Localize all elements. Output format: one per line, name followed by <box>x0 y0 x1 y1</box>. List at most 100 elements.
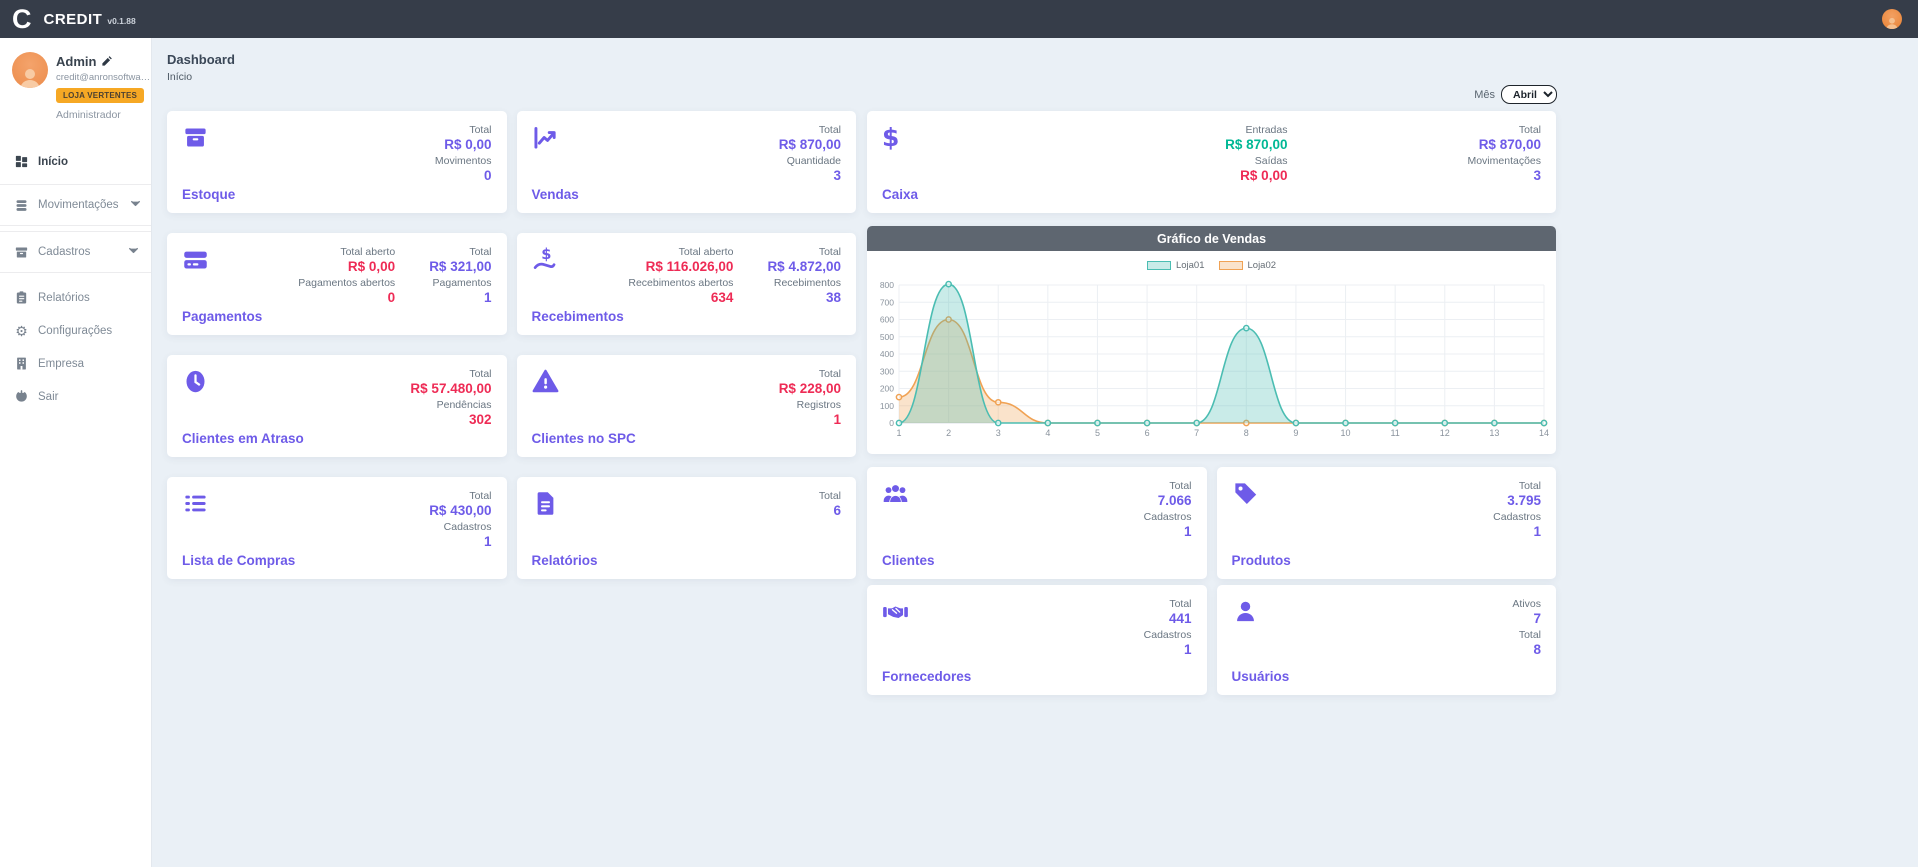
svg-text:12: 12 <box>1440 428 1450 438</box>
svg-text:6: 6 <box>1145 428 1150 438</box>
card-title: Clientes <box>882 553 935 568</box>
svg-text:$: $ <box>541 246 551 263</box>
card-relatorios[interactable]: Relatórios Total6 <box>517 477 857 579</box>
sidebar: Admin credit@anronsoftware.co... LOJA VE… <box>0 38 152 867</box>
svg-text:300: 300 <box>880 366 894 376</box>
user-name: Admin <box>56 54 96 69</box>
card-title: Produtos <box>1232 553 1291 568</box>
sidebar-item-label: Configurações <box>38 325 112 337</box>
users-icon <box>882 480 909 507</box>
sidebar-item-movimentacoes[interactable]: Movimentações <box>0 187 151 223</box>
legend-label: Loja02 <box>1248 260 1277 271</box>
svg-text:1: 1 <box>896 428 901 438</box>
card-caixa[interactable]: $ Caixa EntradasR$ 870,00 SaídasR$ 0,00 … <box>867 111 1556 213</box>
card-clientes[interactable]: Clientes Total7.066 Cadastros1 <box>867 467 1207 579</box>
power-icon <box>14 389 29 404</box>
sales-chart-card: Gráfico de Vendas Loja01Loja02 010020030… <box>867 226 1556 454</box>
svg-text:500: 500 <box>880 332 894 342</box>
sidebar-item-configuracoes[interactable]: ⚙ Configurações <box>0 314 151 347</box>
tag-icon <box>1232 480 1259 507</box>
sidebar-item-label: Sair <box>38 391 58 403</box>
legend-item-loja02[interactable]: Loja02 <box>1219 260 1277 271</box>
chart-title: Gráfico de Vendas <box>867 226 1556 251</box>
dollar-icon: $ <box>882 124 909 151</box>
svg-text:11: 11 <box>1390 428 1399 438</box>
card-title: Vendas <box>532 187 579 202</box>
profile-section: Admin credit@anronsoftware.co... LOJA VE… <box>0 38 151 131</box>
edit-pencil-icon[interactable] <box>101 56 112 67</box>
card-title: Caixa <box>882 187 918 202</box>
card-clientes-em-atraso[interactable]: Clientes em Atraso TotalR$ 57.480,00 Pen… <box>167 355 507 457</box>
card-estoque[interactable]: Estoque TotalR$ 0,00 Movimentos0 <box>167 111 507 213</box>
month-select[interactable]: Abril <box>1501 85 1557 104</box>
card-title: Pagamentos <box>182 309 262 324</box>
sidebar-item-label: Relatórios <box>38 292 90 304</box>
file-icon <box>532 490 559 517</box>
clipboard-icon <box>14 290 29 305</box>
user-icon <box>1232 598 1259 625</box>
app-name: CREDIT <box>44 11 103 28</box>
layers-icon <box>14 198 29 213</box>
user-icon <box>1885 16 1899 29</box>
app-logo: C <box>12 0 32 38</box>
legend-swatch <box>1219 261 1243 270</box>
svg-text:0: 0 <box>889 418 894 428</box>
svg-text:100: 100 <box>880 401 894 411</box>
svg-text:3: 3 <box>996 428 1001 438</box>
user-email: credit@anronsoftware.co... <box>56 72 152 83</box>
svg-text:8: 8 <box>1244 428 1249 438</box>
handshake-icon <box>882 598 909 625</box>
card-title: Usuários <box>1232 669 1290 684</box>
card-fornecedores[interactable]: Fornecedores Total441 Cadastros1 <box>867 585 1207 695</box>
card-produtos[interactable]: Produtos Total3.795 Cadastros1 <box>1217 467 1557 579</box>
legend-label: Loja01 <box>1176 260 1205 271</box>
sidebar-item-relatorios[interactable]: Relatórios <box>0 281 151 314</box>
building-icon <box>14 356 29 371</box>
store-badge: LOJA VERTENTES <box>56 88 144 103</box>
card-title: Clientes em Atraso <box>182 431 304 446</box>
sidebar-item-label: Início <box>38 156 68 168</box>
chevron-down-icon <box>128 196 143 214</box>
main-content: Dashboard Início Mês Abril Estoque Total… <box>153 38 1918 695</box>
card-usuarios[interactable]: Usuários Ativos7 Total8 <box>1217 585 1557 695</box>
card-title: Recebimentos <box>532 309 624 324</box>
sidebar-menu: Início Movimentações Cadastros <box>0 145 151 413</box>
card-vendas[interactable]: Vendas TotalR$ 870,00 Quantidade3 <box>517 111 857 213</box>
svg-text:800: 800 <box>880 280 894 290</box>
svg-text:9: 9 <box>1293 428 1298 438</box>
sales-chart-svg: 0100200300400500600700800123456789101112… <box>867 277 1556 447</box>
legend-item-loja01[interactable]: Loja01 <box>1147 260 1205 271</box>
card-title: Estoque <box>182 187 235 202</box>
warning-triangle-icon <box>532 368 559 395</box>
topbar: C CREDIT v0.1.88 <box>0 0 1918 38</box>
breadcrumb: Início <box>167 71 1918 83</box>
sidebar-item-sair[interactable]: Sair <box>0 380 151 413</box>
user-avatar-topbar[interactable] <box>1882 9 1902 29</box>
list-icon <box>182 490 209 517</box>
svg-text:400: 400 <box>880 349 894 359</box>
clock-icon <box>182 368 209 395</box>
hand-dollar-icon: $ <box>532 246 559 273</box>
svg-text:10: 10 <box>1341 428 1351 438</box>
card-pagamentos[interactable]: Pagamentos Total abertoR$ 0,00 Pagamento… <box>167 233 507 335</box>
svg-text:600: 600 <box>880 315 894 325</box>
archive-icon <box>14 245 29 260</box>
credit-card-icon <box>182 246 209 273</box>
card-title: Lista de Compras <box>182 553 295 568</box>
gear-icon: ⚙ <box>14 323 29 338</box>
sidebar-item-empresa[interactable]: Empresa <box>0 347 151 380</box>
card-lista-de-compras[interactable]: Lista de Compras TotalR$ 430,00 Cadastro… <box>167 477 507 579</box>
chevron-down-icon <box>126 243 141 261</box>
card-clientes-no-spc[interactable]: Clientes no SPC TotalR$ 228,00 Registros… <box>517 355 857 457</box>
chart-line-icon <box>532 124 559 151</box>
grid-icon <box>14 154 29 169</box>
svg-text:14: 14 <box>1539 428 1549 438</box>
app-version: v0.1.88 <box>107 16 135 26</box>
card-recebimentos[interactable]: $ Recebimentos Total abertoR$ 116.026,00… <box>517 233 857 335</box>
svg-text:4: 4 <box>1045 428 1050 438</box>
user-role: Administrador <box>56 109 152 121</box>
avatar <box>12 52 48 88</box>
sidebar-item-cadastros[interactable]: Cadastros <box>0 234 151 270</box>
user-icon <box>18 66 42 88</box>
sidebar-item-inicio[interactable]: Início <box>0 145 151 178</box>
